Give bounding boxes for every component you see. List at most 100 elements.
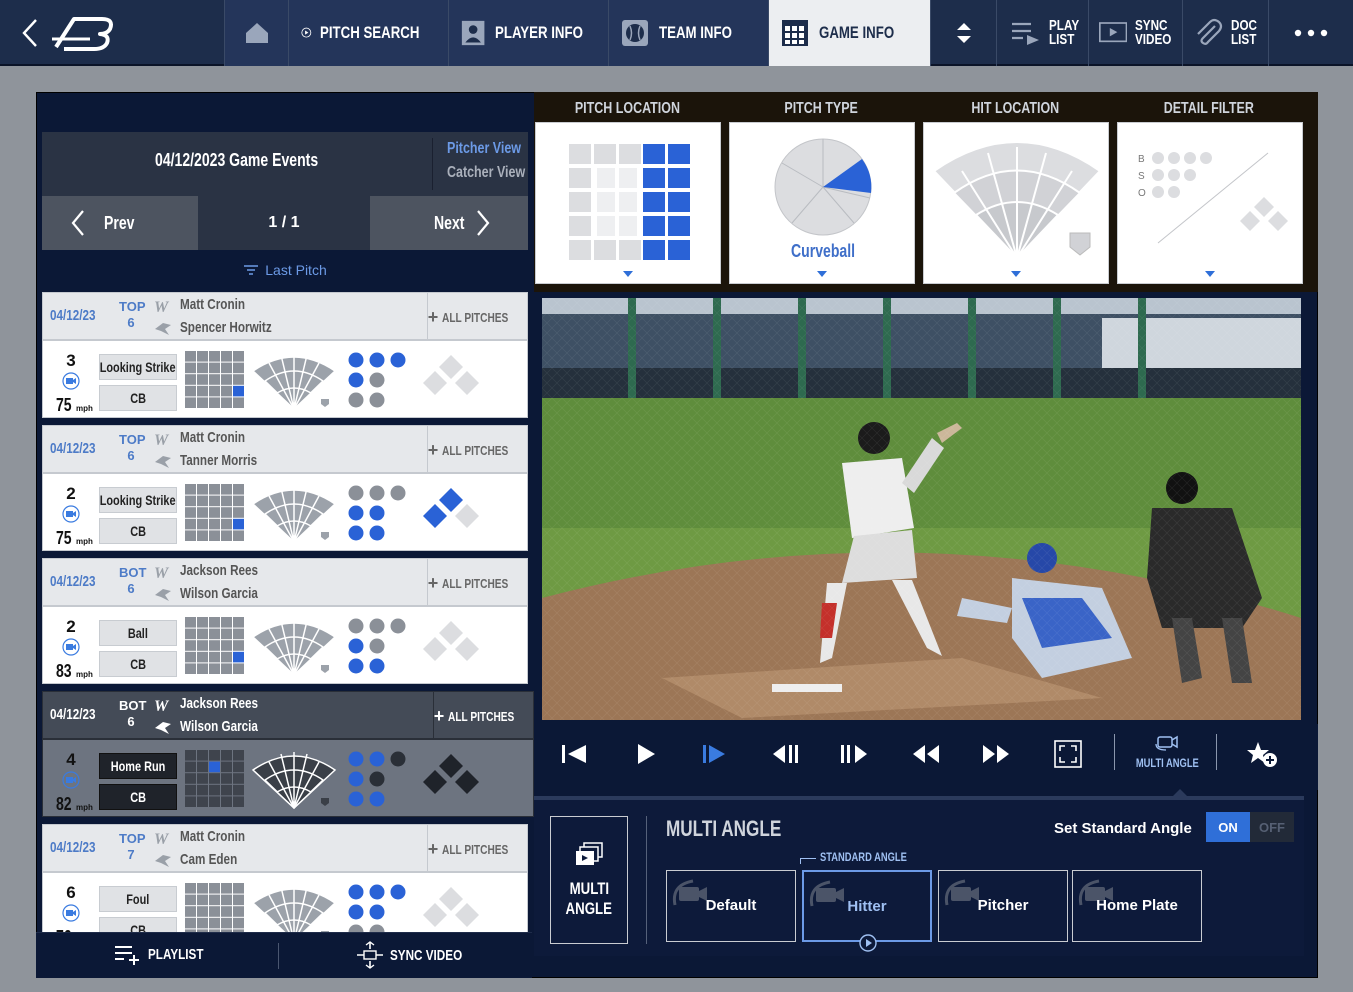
playlist-icon: [1012, 22, 1039, 45]
zone-cell: [197, 351, 208, 362]
play-list-button[interactable]: PLAY LIST: [996, 0, 1088, 66]
home-button[interactable]: [224, 0, 288, 66]
strike-zone-grid-icon: [567, 142, 692, 262]
nav-team-info[interactable]: TEAM INFO: [608, 0, 768, 66]
skip-to-start-button[interactable]: [554, 736, 594, 772]
zone-cell: [221, 750, 232, 761]
rewind-button[interactable]: [906, 736, 946, 772]
back-chevron-icon[interactable]: [18, 16, 42, 50]
play-button[interactable]: [626, 736, 666, 772]
card-inning-number: 7: [127, 847, 135, 862]
all-pitches-button[interactable]: + ALL PITCHES: [427, 825, 527, 873]
pitch-event-card[interactable]: 04/12/23 TOP 6 W Matt Cronin Spencer Horw…: [42, 292, 528, 418]
zone-cell: [221, 397, 232, 408]
all-pitches-label: ALL PITCHES: [442, 575, 509, 591]
batter-name-text: Matt Cronin: [180, 429, 245, 446]
zone-cell: [233, 518, 244, 530]
pitch-result-text: Home Run: [110, 758, 166, 774]
pitch-event-card[interactable]: 04/12/23 TOP 6 W Matt Cronin Tanner Morri…: [42, 425, 528, 551]
batter-name-text: Jackson Rees: [180, 562, 259, 579]
frame-back-button[interactable]: [766, 736, 806, 772]
game-events-title: 04/12/2023 Game Events: [42, 150, 432, 171]
add-favorite-button[interactable]: [1242, 736, 1282, 772]
next-label: Next: [434, 212, 465, 233]
sync-video-bottom-button[interactable]: SYNC VIDEO: [356, 941, 483, 969]
multi-angle-title: MULTI ANGLE: [666, 816, 814, 842]
pitcher-name-text: Tanner Morris: [180, 452, 258, 469]
all-pitches-button[interactable]: + ALL PITCHES: [427, 293, 527, 341]
pitch-result-text: Foul: [126, 891, 150, 907]
multi-angle-button[interactable]: MULTI ANGLE: [550, 816, 628, 944]
game-events-header: 04/12/2023 Game Events Pitcher View Catc…: [42, 132, 528, 196]
switch-on[interactable]: ON: [1206, 812, 1250, 842]
angle-option[interactable]: Default: [666, 870, 796, 942]
hit-location-filter[interactable]: [923, 122, 1109, 284]
pitch-location-filter[interactable]: [535, 122, 721, 284]
playlist-label: PLAYLIST: [148, 945, 204, 963]
zone-cell: [209, 894, 220, 906]
all-pitches-button[interactable]: + ALL PITCHES: [427, 426, 527, 474]
pitcher-icon: [155, 855, 171, 867]
card-inning: BOT 6: [119, 698, 146, 730]
angle-option[interactable]: Home Plate: [1072, 870, 1202, 942]
video-player[interactable]: [542, 298, 1301, 720]
all-pitches-button[interactable]: + ALL PITCHES: [427, 559, 527, 607]
fast-forward-button[interactable]: [976, 736, 1016, 772]
hit-location-caret-icon: [1011, 271, 1021, 277]
sort-toggle[interactable]: [930, 0, 996, 66]
nav-pitch-search[interactable]: PITCH SEARCH: [288, 0, 448, 66]
prev-button[interactable]: Prev: [42, 196, 198, 250]
count-dot: [348, 485, 364, 501]
zone-cell: [209, 663, 220, 674]
batter-name-text: Matt Cronin: [180, 828, 245, 845]
base-marker: [439, 355, 463, 379]
count-dot: [369, 618, 385, 634]
pitch-type-heading: PITCH TYPE: [728, 100, 914, 118]
more-menu-button[interactable]: [1268, 0, 1353, 66]
zone-cell: [197, 530, 208, 541]
b-logo-icon: [52, 17, 113, 51]
zone-cell: [209, 484, 220, 495]
multi-angle-toggle[interactable]: MULTI ANGLE: [1124, 730, 1210, 778]
zone-cell: [209, 628, 220, 640]
zone-cell: [185, 917, 196, 929]
sync-video-button[interactable]: SYNC VIDEO: [1088, 0, 1182, 66]
nav-game-info[interactable]: GAME INFO: [768, 0, 930, 66]
angle-option[interactable]: Pitcher: [938, 870, 1068, 942]
switch-off[interactable]: OFF: [1250, 812, 1294, 842]
fullscreen-button[interactable]: [1048, 736, 1088, 772]
base-marker: [423, 371, 447, 395]
back-logo-area[interactable]: [18, 0, 218, 66]
all-pitches-button[interactable]: + ALL PITCHES: [433, 692, 533, 740]
count-dot: [348, 884, 364, 900]
base-marker: [423, 903, 447, 927]
next-button[interactable]: Next: [370, 196, 528, 250]
card-header: 04/12/23 TOP 6 W Matt Cronin Spencer Horw…: [42, 292, 528, 341]
zone-cell: [185, 617, 196, 628]
card-header: 04/12/23 BOT 6 W Jackson Rees Wilson Garc…: [42, 558, 528, 607]
catcher-view-option[interactable]: Catcher View: [447, 164, 547, 182]
angle-option[interactable]: Hitter: [802, 870, 932, 952]
nav-player-info[interactable]: PLAYER INFO: [448, 0, 608, 66]
pitch-event-card[interactable]: 04/12/23 BOT 6 W Jackson Rees Wilson Garc…: [42, 691, 534, 817]
play-list-label: PLAY LIST: [1049, 18, 1079, 48]
last-pitch-sort[interactable]: Last Pitch: [42, 258, 528, 282]
zone-cell: [221, 883, 232, 894]
pitcher-view-option[interactable]: Pitcher View: [447, 140, 542, 158]
pitcher-name-text: Wilson Garcia: [180, 718, 258, 735]
doc-list-button[interactable]: DOC LIST: [1182, 0, 1268, 66]
detail-filter[interactable]: B S O: [1117, 122, 1303, 284]
sync-crosshair-icon: [357, 941, 383, 969]
play-from-mark-button[interactable]: [694, 736, 734, 772]
frame-forward-button[interactable]: [834, 736, 874, 772]
play-list-line2: LIST: [1049, 31, 1075, 48]
card-date: 04/12/23: [50, 839, 108, 856]
playlist-button[interactable]: PLAYLIST: [114, 943, 219, 965]
pitch-type-value-text: Curveball: [791, 241, 855, 261]
pitch-type-filter[interactable]: Curveball: [729, 122, 915, 284]
zone-cell: [233, 362, 244, 374]
bases-diamond-icon: [423, 621, 479, 661]
standard-angle-switch[interactable]: ON OFF: [1206, 812, 1294, 842]
pitch-event-card[interactable]: 04/12/23 BOT 6 W Jackson Rees Wilson Garc…: [42, 558, 528, 684]
pitcher-icon: [155, 323, 171, 335]
